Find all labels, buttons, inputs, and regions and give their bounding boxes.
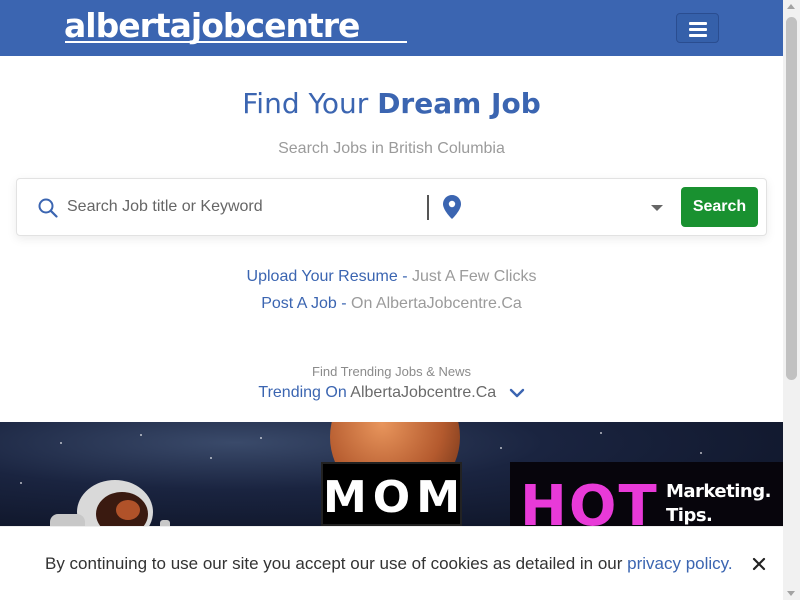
search-icon <box>38 198 58 218</box>
hot-text: HOT <box>520 474 659 526</box>
trending-section: Find Trending Jobs & News Trending On Al… <box>0 346 783 422</box>
location-pin-icon <box>443 195 461 219</box>
site-logo[interactable]: albertajobcentre <box>64 6 360 46</box>
upload-resume-note: Just A Few Clicks <box>407 268 537 285</box>
trending-link[interactable]: Trending On <box>258 384 346 401</box>
keyword-search-input[interactable] <box>67 192 417 222</box>
location-select[interactable] <box>472 192 662 222</box>
scroll-thumb[interactable] <box>786 17 797 380</box>
banner-tagline: Marketing. Tips. <box>666 480 771 526</box>
promo-banner[interactable]: MOM HOT Marketing. Tips. <box>0 422 783 526</box>
mom-logo-text: MOM <box>323 472 466 523</box>
hero-title: Find Your Dream Job <box>0 87 783 120</box>
privacy-policy-link[interactable]: privacy policy. <box>627 554 733 573</box>
scroll-up-arrow-icon[interactable] <box>787 4 795 9</box>
chevron-down-icon[interactable] <box>509 388 525 398</box>
hamburger-icon <box>689 28 707 31</box>
tagline-line-2: Tips. <box>666 505 713 526</box>
upload-resume-line: Upload Your Resume - Just A Few Clicks <box>0 268 783 286</box>
logo-underline <box>65 41 407 43</box>
post-job-line: Post A Job - On AlbertaJobcentre.Ca <box>0 295 783 313</box>
menu-button[interactable] <box>676 13 719 43</box>
hero-title-plain: Find Your <box>242 87 378 120</box>
astronaut-image <box>50 480 170 526</box>
trending-site: AlbertaJobcentre.Ca <box>346 384 497 401</box>
hamburger-icon <box>689 22 707 25</box>
trending-toggle[interactable]: Trending On AlbertaJobcentre.Ca <box>0 384 783 402</box>
cookie-banner: By continuing to use our site you accept… <box>0 526 783 600</box>
trending-caption: Find Trending Jobs & News <box>312 364 471 379</box>
hero-subtitle: Search Jobs in British Columbia <box>278 140 505 157</box>
tagline-line-1: Marketing. <box>666 481 771 502</box>
page-scrollbar[interactable] <box>783 0 800 600</box>
job-search-bar: Search <box>16 178 767 236</box>
cookie-message: By continuing to use our site you accept… <box>45 554 733 574</box>
site-header: albertajobcentre <box>0 0 783 56</box>
chevron-down-icon[interactable] <box>651 205 663 211</box>
hero-title-bold: Dream Job <box>377 87 541 120</box>
mom-logo: MOM <box>321 462 462 526</box>
search-button[interactable]: Search <box>681 187 758 227</box>
hamburger-icon <box>689 34 707 37</box>
search-divider <box>427 195 429 220</box>
hero-section: Find Your Dream Job Search Jobs in Briti… <box>0 56 783 346</box>
close-icon[interactable] <box>750 555 768 573</box>
cookie-text: By continuing to use our site you accept… <box>45 554 628 573</box>
post-job-link[interactable]: Post A Job - <box>261 295 346 312</box>
post-job-note: On AlbertaJobcentre.Ca <box>346 295 522 312</box>
upload-resume-link[interactable]: Upload Your Resume - <box>247 268 408 285</box>
scroll-down-arrow-icon[interactable] <box>787 591 795 596</box>
